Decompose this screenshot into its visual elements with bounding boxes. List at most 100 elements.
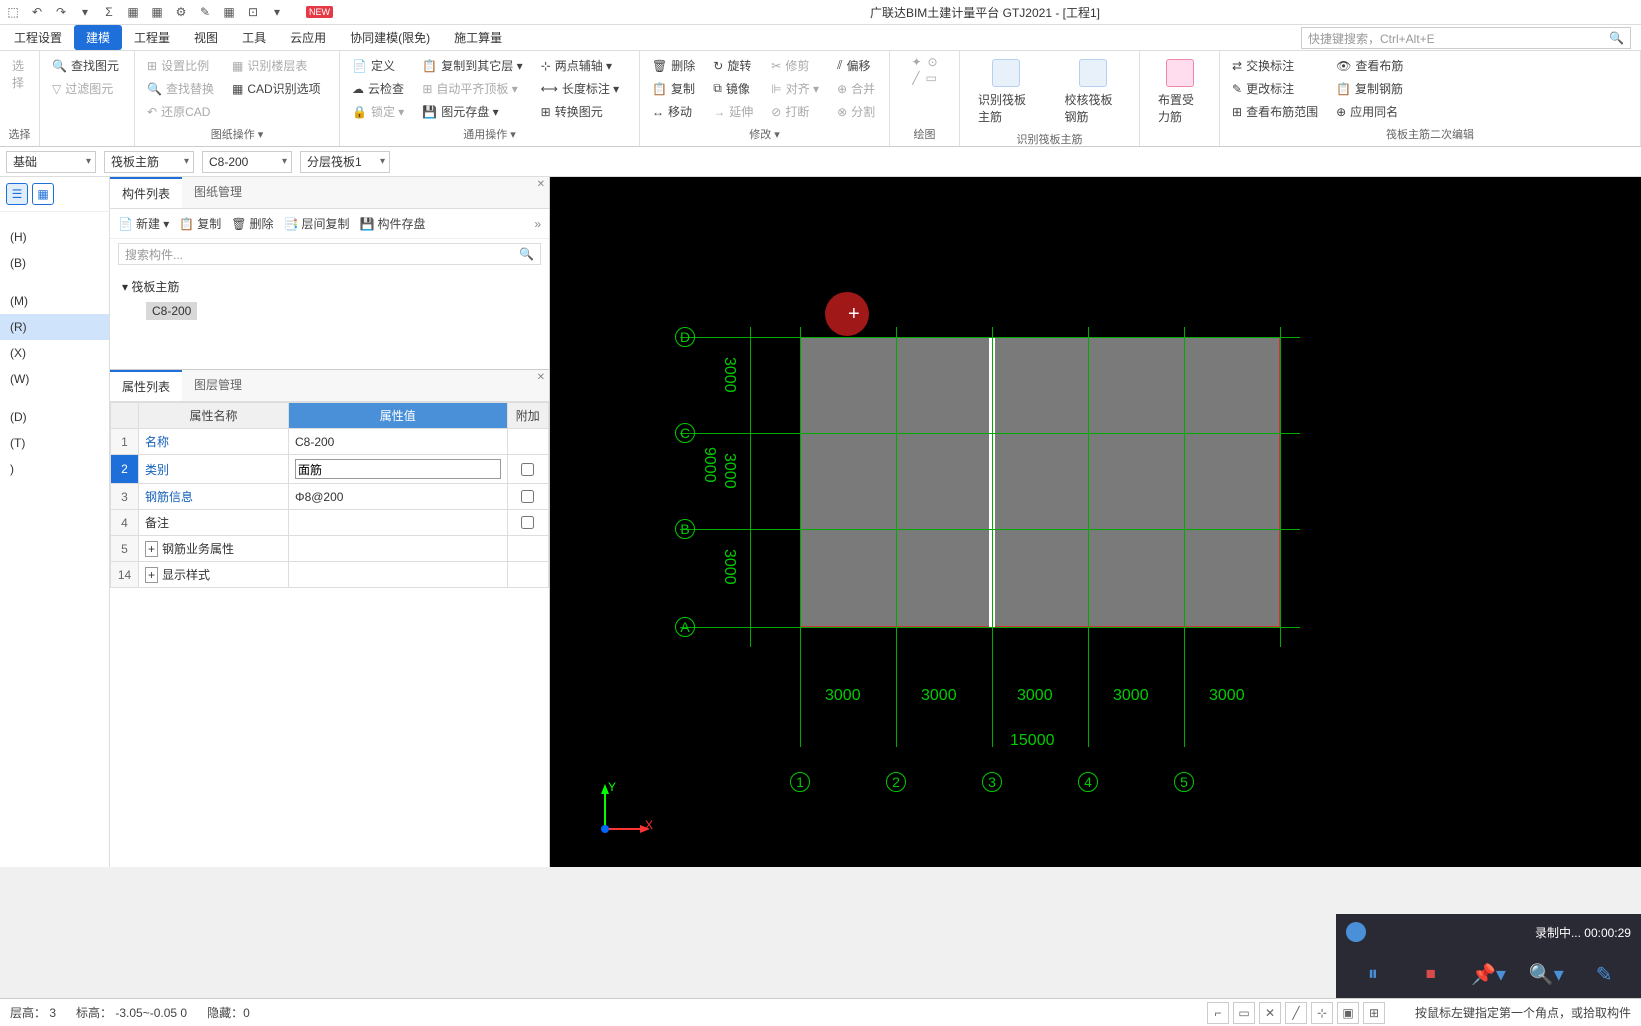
tab-property-list[interactable]: 属性列表	[110, 370, 182, 401]
rbtn-select[interactable]: 选择	[8, 55, 31, 93]
qat-undo-icon[interactable]: ↶	[28, 3, 46, 21]
menu-project-settings[interactable]: 工程设置	[2, 25, 74, 50]
rbtn-lock[interactable]: 🔒 锁定 ▾	[348, 101, 408, 122]
rbtn-offset[interactable]: ⫽ 偏移	[833, 55, 879, 76]
sbtn-2[interactable]: ▭	[1233, 1002, 1255, 1024]
rbtn-swap-annot[interactable]: ⇄ 交换标注	[1228, 55, 1322, 76]
tbtn-delete[interactable]: 🗑 删除	[231, 215, 273, 232]
tbtn-save[interactable]: 💾 构件存盘	[360, 215, 426, 232]
toolbar-more-icon[interactable]: »	[534, 217, 541, 231]
rbtn-align[interactable]: ⊫ 对齐 ▾	[767, 78, 823, 99]
draw-line-icon[interactable]: ╱	[912, 71, 919, 85]
rbtn-copy-rebar[interactable]: 📋 复制钢筋	[1332, 78, 1407, 99]
lnav-4[interactable]: (M)	[0, 288, 109, 314]
menu-quantity[interactable]: 工程量	[122, 25, 182, 50]
lnav-7[interactable]: (W)	[0, 366, 109, 392]
tree-child[interactable]: C8-200	[146, 302, 197, 320]
qat-sigma-icon[interactable]: Σ	[100, 3, 118, 21]
component-search-input[interactable]: 搜索构件... 🔍	[118, 243, 541, 265]
qat-more-icon[interactable]: ▾	[268, 3, 286, 21]
qat-app-icon[interactable]: ⬚	[4, 3, 22, 21]
rbtn-extend[interactable]: → 延伸	[709, 101, 757, 122]
group-drawing[interactable]: 图纸操作 ▾	[143, 126, 331, 142]
qat-grid1-icon[interactable]: ▦	[124, 3, 142, 21]
lnav-2[interactable]: (B)	[0, 250, 109, 276]
menu-collab[interactable]: 协同建模(限免)	[338, 25, 442, 50]
lnav-10[interactable]: (T)	[0, 430, 109, 456]
bigbtn-layout-rebar[interactable]: 布置受力筋	[1148, 55, 1211, 129]
expand-icon[interactable]: +	[145, 567, 158, 583]
rbtn-view-rebar[interactable]: 👁 查看布筋	[1332, 55, 1407, 76]
rbtn-change-annot[interactable]: ✎ 更改标注	[1228, 78, 1322, 99]
rbtn-auto-align[interactable]: ⊞ 自动平齐顶板 ▾	[418, 78, 526, 99]
recorder-pause-button[interactable]: ⏸	[1355, 956, 1391, 992]
sbtn-3[interactable]: ✕	[1259, 1002, 1281, 1024]
rbtn-apply-same[interactable]: ⊕ 应用同名	[1332, 101, 1407, 122]
rbtn-find-replace[interactable]: 🔍 查找替换	[143, 78, 218, 99]
rbtn-define[interactable]: 📄 定义	[348, 55, 408, 76]
prop-panel-close-icon[interactable]: ✕	[537, 372, 545, 383]
sbtn-4[interactable]: ╱	[1285, 1002, 1307, 1024]
tree-root[interactable]: ▾ 筏板主筋	[122, 275, 537, 298]
qat-doc-icon[interactable]: ⊡	[244, 3, 262, 21]
tab-layer-mgmt[interactable]: 图层管理	[182, 370, 254, 401]
rbtn-restore-cad[interactable]: ↶ 还原CAD	[143, 101, 218, 122]
drawing-canvas[interactable]: D C B A 1 2 3 4 5 3000 3000 3000 9000 30…	[550, 177, 1641, 867]
sbtn-5[interactable]: ⊹	[1311, 1002, 1333, 1024]
lnav-9[interactable]: (D)	[0, 404, 109, 430]
qat-edit-icon[interactable]: ✎	[196, 3, 214, 21]
rbtn-filter-element[interactable]: ▽ 过滤图元	[48, 78, 126, 99]
tbtn-copy[interactable]: 📋 复制	[179, 215, 221, 232]
rbtn-two-point[interactable]: ⊹ 两点辅轴 ▾	[537, 55, 624, 76]
rbtn-mirror[interactable]: ⧉ 镜像	[709, 78, 757, 99]
prop-chk-3[interactable]	[521, 490, 534, 503]
recorder-stop-button[interactable]: ⏹	[1413, 956, 1449, 992]
qat-gear-icon[interactable]: ⚙	[172, 3, 190, 21]
rbtn-trim[interactable]: ✂ 修剪	[767, 55, 823, 76]
rbtn-move[interactable]: ↔ 移动	[648, 101, 699, 122]
lnav-1[interactable]: (H)	[0, 224, 109, 250]
prop-chk-2[interactable]	[521, 463, 534, 476]
sbtn-6[interactable]: ▣	[1337, 1002, 1359, 1024]
rbtn-set-scale[interactable]: ⊞ 设置比例	[143, 55, 218, 76]
mid-panel-close-icon[interactable]: ✕	[537, 179, 545, 190]
rbtn-split[interactable]: ⊗ 分割	[833, 101, 879, 122]
qat-redo-icon[interactable]: ↷	[52, 3, 70, 21]
menu-cloud[interactable]: 云应用	[278, 25, 338, 50]
rbtn-cad-options[interactable]: ▦ CAD识别选项	[228, 78, 325, 99]
tab-component-list[interactable]: 构件列表	[110, 177, 182, 208]
rbtn-length-dim[interactable]: ⟷ 长度标注 ▾	[537, 78, 624, 99]
rbtn-break[interactable]: ⊘ 打断	[767, 101, 823, 122]
menu-construction[interactable]: 施工算量	[442, 25, 514, 50]
draw-point-icon[interactable]: ✦	[911, 55, 921, 69]
group-common[interactable]: 通用操作 ▾	[348, 126, 631, 142]
shortcut-search-input[interactable]: 快捷键搜索，Ctrl+Alt+E 🔍	[1301, 27, 1631, 49]
menu-modeling[interactable]: 建模	[74, 25, 122, 50]
bigbtn-check-rebar[interactable]: 校核筏板钢筋	[1055, 55, 1132, 129]
rbtn-cloud-check[interactable]: ☁ 云检查	[348, 78, 408, 99]
lnav-0[interactable]	[0, 212, 109, 224]
recorder-tool2-button[interactable]: 🔍▾	[1528, 956, 1564, 992]
tbtn-layer-copy[interactable]: 📑 层间复制	[284, 215, 350, 232]
lnav-3[interactable]	[0, 276, 109, 288]
rbtn-copy[interactable]: 📋 复制	[648, 78, 699, 99]
screen-recorder-overlay[interactable]: 录制中... 00:00:29 ⏸ ⏹ 📌▾ 🔍▾ ✎	[1336, 914, 1641, 998]
combo-spec[interactable]: C8-200	[202, 151, 292, 173]
sbtn-1[interactable]: ⌐	[1207, 1002, 1229, 1024]
expand-icon[interactable]: +	[145, 541, 158, 557]
recorder-edit-button[interactable]: ✎	[1586, 956, 1622, 992]
rbtn-rotate[interactable]: ↻ 旋转	[709, 55, 757, 76]
rbtn-identify-floor[interactable]: ▦ 识别楼层表	[228, 55, 325, 76]
lnav-8[interactable]	[0, 392, 109, 404]
combo-foundation[interactable]: 基础	[6, 151, 96, 173]
prop-chk-4[interactable]	[521, 516, 534, 529]
tab-drawing-mgmt[interactable]: 图纸管理	[182, 177, 254, 208]
combo-layer[interactable]: 分层筏板1	[300, 151, 390, 173]
menu-view[interactable]: 视图	[182, 25, 230, 50]
prop-input-type[interactable]	[295, 459, 501, 479]
draw-circle-icon[interactable]: ⊙	[928, 55, 938, 69]
menu-tools[interactable]: 工具	[230, 25, 278, 50]
draw-rect-icon[interactable]: ▭	[925, 71, 936, 85]
lnav-6[interactable]: (X)	[0, 340, 109, 366]
combo-rebar-type[interactable]: 筏板主筋	[104, 151, 194, 173]
